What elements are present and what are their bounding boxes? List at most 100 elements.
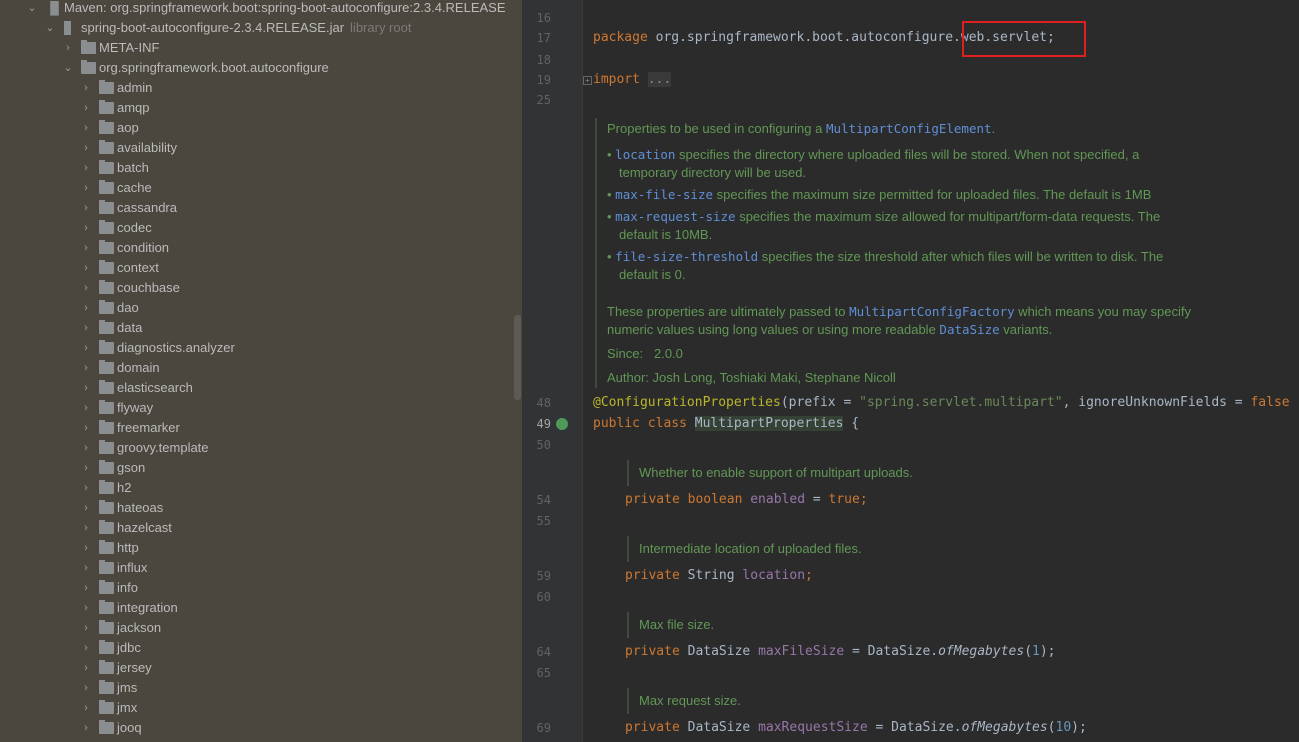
chevron-right-icon[interactable]: › [80, 198, 92, 218]
tree-row-amqp[interactable]: › amqp [0, 98, 515, 118]
tree-row-hateoas[interactable]: › hateoas [0, 498, 515, 518]
tree-row-domain[interactable]: › domain [0, 358, 515, 378]
chevron-right-icon[interactable]: › [80, 358, 92, 378]
chevron-right-icon[interactable]: › [80, 578, 92, 598]
tree-row-dao[interactable]: › dao [0, 298, 515, 318]
chevron-right-icon[interactable]: › [80, 598, 92, 618]
chevron-right-icon[interactable]: › [80, 238, 92, 258]
tree-row-couchbase[interactable]: › couchbase [0, 278, 515, 298]
chevron-right-icon[interactable]: › [80, 518, 92, 538]
chevron-right-icon[interactable]: › [80, 98, 92, 118]
chevron-right-icon[interactable]: › [80, 158, 92, 178]
chevron-down-icon[interactable]: ⌄ [62, 58, 74, 78]
chevron-right-icon[interactable]: › [80, 498, 92, 518]
tree-row-gson[interactable]: › gson [0, 458, 515, 478]
tree-row-cassandra[interactable]: › cassandra [0, 198, 515, 218]
tree-row-influx[interactable]: › influx [0, 558, 515, 578]
tree-label: aop [117, 120, 139, 135]
import-fold[interactable]: ... [647, 72, 672, 87]
spring-bean-gutter-icon[interactable] [556, 418, 568, 430]
tree-row-jdbc[interactable]: › jdbc [0, 638, 515, 658]
folder-icon [81, 40, 96, 54]
tree-row-admin[interactable]: › admin [0, 78, 515, 98]
annotation: @ConfigurationProperties [593, 395, 781, 410]
chevron-right-icon[interactable]: › [80, 398, 92, 418]
tree-row-jackson[interactable]: › jackson [0, 618, 515, 638]
tree-row-integration[interactable]: › integration [0, 598, 515, 618]
chevron-right-icon[interactable]: › [80, 338, 92, 358]
tree-label: groovy.template [117, 440, 209, 455]
chevron-down-icon[interactable]: ⌄ [44, 18, 56, 38]
folder-icon [99, 360, 114, 374]
tree-row-codec[interactable]: › codec [0, 218, 515, 238]
tree-row-maven-root[interactable]: ⌄ ▐▌ Maven: org.springframework.boot:spr… [0, 0, 515, 18]
chevron-right-icon[interactable]: › [80, 478, 92, 498]
tree-row-aop[interactable]: › aop [0, 118, 515, 138]
tree-row-data[interactable]: › data [0, 318, 515, 338]
folder-icon [99, 140, 114, 154]
chevron-down-icon[interactable]: ⌄ [26, 0, 38, 18]
chevron-right-icon[interactable]: › [80, 378, 92, 398]
chevron-right-icon[interactable]: › [80, 258, 92, 278]
chevron-right-icon[interactable]: › [80, 458, 92, 478]
tree-row-flyway[interactable]: › flyway [0, 398, 515, 418]
code-editor[interactable]: 16 17 18 19 25 48 49 50 54 55 59 60 64 65 69 package o… [523, 0, 1299, 742]
chevron-right-icon[interactable]: › [80, 718, 92, 738]
tree-row-jar[interactable]: ⌄ spring-boot-autoconfigure-2.3.4.RELEAS… [0, 18, 515, 38]
class-name[interactable]: MultipartProperties [694, 416, 844, 431]
folder-icon [99, 620, 114, 634]
tree-row-package[interactable]: ⌄ org.springframework.boot.autoconfigure [0, 58, 515, 78]
field-doc: Max request size. [639, 693, 741, 708]
tree-row-http[interactable]: › http [0, 538, 515, 558]
tree-row-info[interactable]: › info [0, 578, 515, 598]
tree-row-meta-inf[interactable]: › META-INF [0, 38, 515, 58]
chevron-right-icon[interactable]: › [80, 618, 92, 638]
chevron-right-icon[interactable]: › [80, 678, 92, 698]
tree-row-jmx[interactable]: › jmx [0, 698, 515, 718]
chevron-right-icon[interactable]: › [80, 658, 92, 678]
tree-row-batch[interactable]: › batch [0, 158, 515, 178]
chevron-right-icon[interactable]: › [80, 178, 92, 198]
folder-icon [99, 240, 114, 254]
chevron-right-icon[interactable]: › [80, 318, 92, 338]
tree-scrollbar[interactable] [514, 315, 521, 400]
doc-link[interactable]: DataSize [939, 322, 999, 337]
chevron-right-icon[interactable]: › [80, 278, 92, 298]
chevron-right-icon[interactable]: › [80, 558, 92, 578]
package-name: org.springframework.boot.autoconfigure [655, 30, 954, 45]
tree-row-context[interactable]: › context [0, 258, 515, 278]
tree-label: h2 [117, 480, 132, 495]
chevron-right-icon[interactable]: › [80, 298, 92, 318]
tree-row-hazelcast[interactable]: › hazelcast [0, 518, 515, 538]
chevron-right-icon[interactable]: › [80, 438, 92, 458]
tree-label: cassandra [117, 200, 177, 215]
chevron-right-icon[interactable]: › [80, 538, 92, 558]
folder-icon [99, 180, 114, 194]
tree-row-jersey[interactable]: › jersey [0, 658, 515, 678]
doc-link[interactable]: MultipartConfigElement [826, 121, 992, 136]
tree-row-availability[interactable]: › availability [0, 138, 515, 158]
chevron-right-icon[interactable]: › [62, 38, 74, 58]
chevron-right-icon[interactable]: › [80, 138, 92, 158]
chevron-right-icon[interactable]: › [80, 118, 92, 138]
tree-row-freemarker[interactable]: › freemarker [0, 418, 515, 438]
tree-row-cache[interactable]: › cache [0, 178, 515, 198]
doc-link[interactable]: MultipartConfigFactory [849, 304, 1015, 319]
tree-label: hateoas [117, 500, 164, 515]
tree-row-condition[interactable]: › condition [0, 238, 515, 258]
tree-row-elasticsearch[interactable]: › elasticsearch [0, 378, 515, 398]
chevron-right-icon[interactable]: › [80, 78, 92, 98]
tree-row-diagnostics-analyzer[interactable]: › diagnostics.analyzer [0, 338, 515, 358]
tree-row-groovy-template[interactable]: › groovy.template [0, 438, 515, 458]
line-number: 50 [536, 438, 551, 452]
fold-expand-icon[interactable]: + [583, 76, 592, 85]
tree-row-h2[interactable]: › h2 [0, 478, 515, 498]
folder-icon [99, 300, 114, 314]
chevron-right-icon[interactable]: › [80, 698, 92, 718]
tree-row-jms[interactable]: › jms [0, 678, 515, 698]
tree-row-jooq[interactable]: › jooq [0, 718, 515, 738]
chevron-right-icon[interactable]: › [80, 418, 92, 438]
chevron-right-icon[interactable]: › [80, 638, 92, 658]
chevron-right-icon[interactable]: › [80, 218, 92, 238]
tree-label: condition [117, 240, 170, 255]
